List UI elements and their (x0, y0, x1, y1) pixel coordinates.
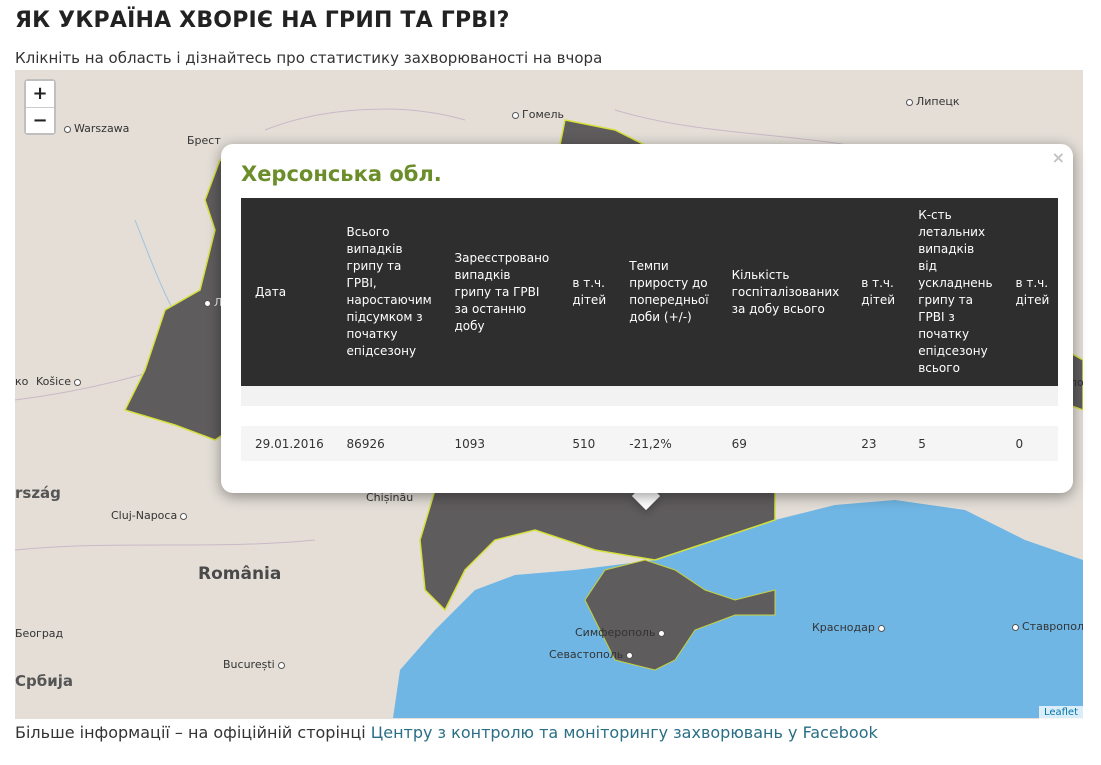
city-label: Cluj-Napoca (111, 509, 190, 522)
table-cell: -21,2% (615, 426, 718, 461)
column-header: Дата (241, 198, 333, 386)
country-label: România (198, 564, 282, 584)
column-header: в т.ч. дітей (847, 198, 905, 386)
region-popup: × Херсонська обл. Дата Всього випадків г… (221, 144, 1073, 493)
city-label: București (223, 658, 288, 671)
table-header-row: Дата Всього випадків грипу та ГРВІ, наро… (241, 198, 1058, 386)
column-header: Темпи приросту до попередньої доби (+/-) (615, 198, 718, 386)
table-row: 29.01.2016 86926 1093 510 -21,2% 69 23 5… (241, 426, 1058, 461)
city-label: Брест (187, 134, 221, 147)
table-cell: 23 (847, 426, 905, 461)
zoom-out-button[interactable]: − (26, 107, 54, 133)
table-row (241, 386, 1058, 406)
city-label: Севастополь (549, 648, 636, 661)
zoom-in-button[interactable]: + (26, 81, 54, 107)
table-cell: 69 (717, 426, 848, 461)
column-header: К-сть летальних випадків від ускладнень … (904, 198, 1002, 386)
country-label: rszág (15, 484, 61, 502)
city-label: Warszawa (61, 122, 129, 135)
city-label: Београд (15, 627, 64, 640)
table-cell: 29.01.2016 (241, 426, 333, 461)
table-row (241, 406, 1058, 426)
column-header: в т.ч. дітей (1001, 198, 1058, 386)
column-header: Зареєстровано випадків грипу та ГРВІ за … (440, 198, 559, 386)
city-label: ко (15, 375, 29, 388)
table-cell: 510 (558, 426, 616, 461)
page-subtitle: Клікніть на область і дізнайтесь про ста… (15, 49, 603, 67)
city-label: Ставрополь (1009, 620, 1083, 633)
column-header: Кількість госпіталізованих за добу всьог… (717, 198, 848, 386)
facebook-link[interactable]: Центру з контролю та моніторингу захворю… (371, 723, 878, 742)
column-header: Всього випадків грипу та ГРВІ, наростаюч… (332, 198, 441, 386)
close-icon[interactable]: × (1052, 148, 1065, 167)
popup-region-title: Херсонська обл. (241, 162, 442, 186)
country-label: Србија (15, 672, 73, 690)
column-header: в т.ч. дітей (558, 198, 616, 386)
table-cell: 1093 (440, 426, 559, 461)
table-cell: 0 (1001, 426, 1058, 461)
table-cell: 86926 (332, 426, 441, 461)
footer-text: Більше інформації – на офіційній сторінц… (15, 723, 878, 742)
city-label: Липецк (903, 95, 960, 108)
map-attribution[interactable]: Leaflet (1038, 706, 1083, 719)
city-label: Симферополь (575, 626, 668, 639)
table-cell: 5 (904, 426, 1002, 461)
page-title: ЯК УКРАЇНА ХВОРІЄ НА ГРИП ТА ГРВІ? (15, 8, 510, 33)
stats-table: Дата Всього випадків грипу та ГРВІ, наро… (241, 198, 1058, 461)
city-label: Гомель (509, 108, 564, 121)
city-label: Košice (36, 375, 84, 388)
zoom-control: + − (24, 79, 56, 135)
city-label: Краснодар (812, 621, 888, 634)
